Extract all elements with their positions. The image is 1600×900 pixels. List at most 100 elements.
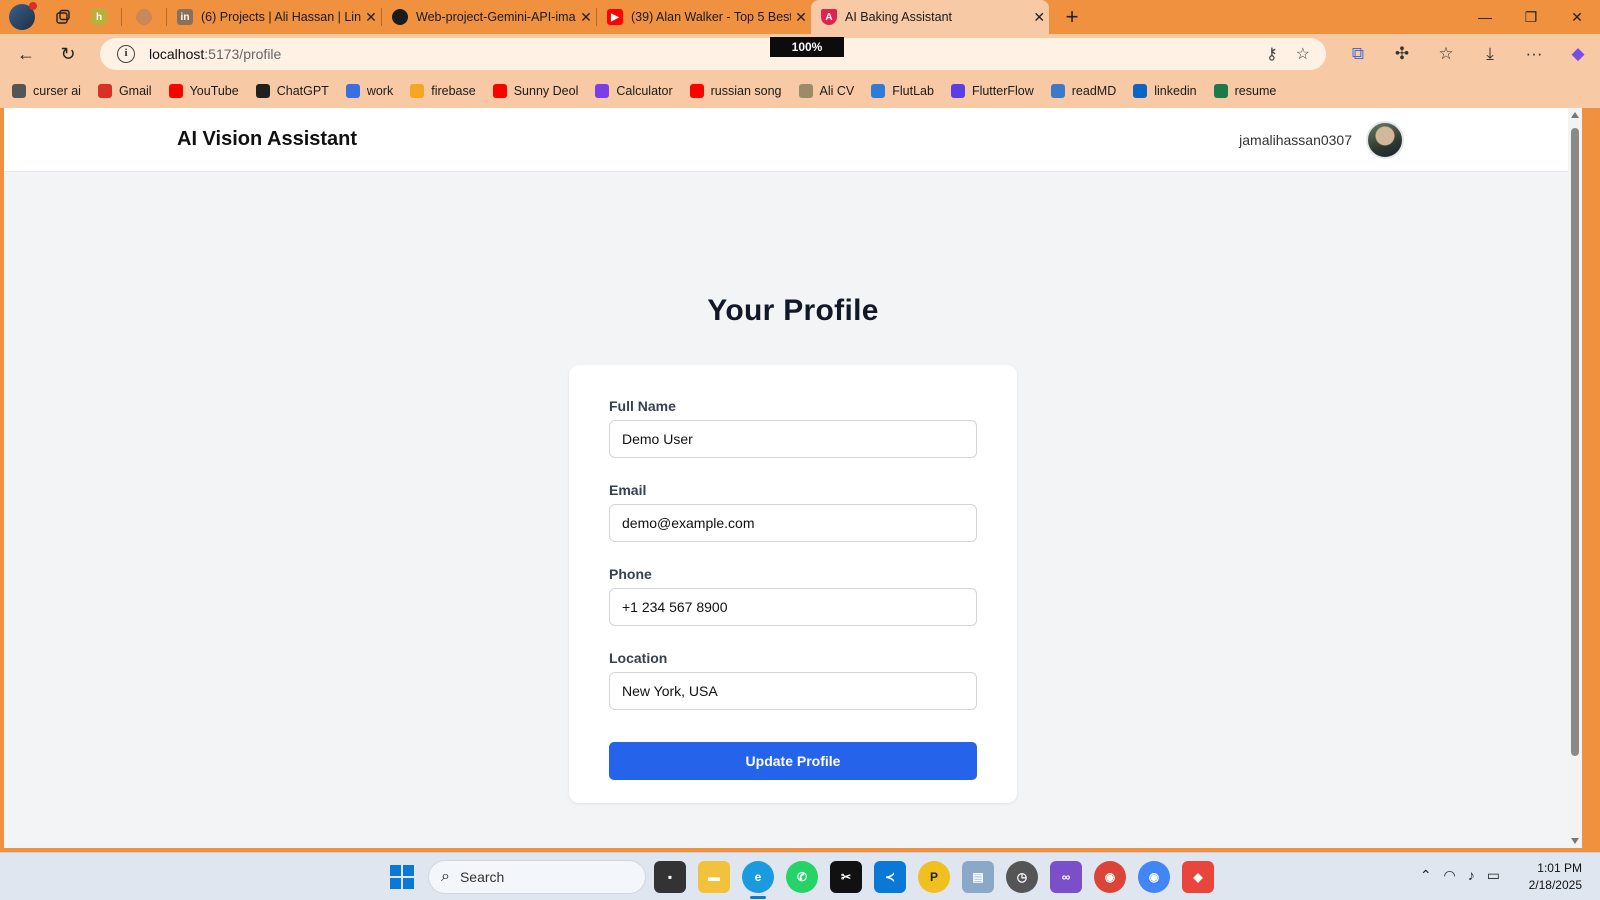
site-info-icon[interactable]: i <box>117 45 135 63</box>
minimize-icon[interactable]: — <box>1462 0 1508 34</box>
workspaces-icon[interactable] <box>49 3 77 31</box>
bookmark-item[interactable]: firebase <box>410 84 476 98</box>
bookmark-label: readMD <box>1071 84 1117 98</box>
phone-field[interactable] <box>609 588 977 626</box>
bookmark-label: firebase <box>431 84 476 98</box>
cursor-icon <box>12 84 26 98</box>
scroll-up-icon[interactable] <box>1571 112 1579 118</box>
avatar[interactable] <box>1366 121 1404 159</box>
wifi-icon[interactable]: ◠ <box>1444 867 1456 884</box>
close-window-icon[interactable]: ✕ <box>1554 0 1600 34</box>
extensions-icon[interactable]: ✣ <box>1380 44 1424 64</box>
tab-github[interactable]: Web-project-Gemini-API-image/ ✕ <box>382 0 596 34</box>
vscode-icon[interactable]: ≺ <box>874 861 906 893</box>
youtube-icon <box>492 84 507 98</box>
back-arrow-icon[interactable]: ← <box>8 38 44 70</box>
linkedin-icon: in <box>177 9 193 25</box>
tab-pinned-2[interactable] <box>122 0 166 34</box>
favorites-icon[interactable]: ☆ <box>1424 44 1468 64</box>
app-header: AI Vision Assistant jamalihassan0307 <box>4 108 1582 172</box>
bookmark-item[interactable]: YouTube <box>168 84 239 98</box>
bookmark-label: russian song <box>710 84 782 98</box>
scrollbar-thumb[interactable] <box>1571 128 1579 756</box>
chrome-icon[interactable]: ◉ <box>1138 861 1170 893</box>
resource-monitor-icon[interactable]: ▤ <box>962 861 994 893</box>
bookmark-item[interactable]: ChatGPT <box>255 84 329 98</box>
bookmark-item[interactable]: linkedin <box>1133 84 1197 98</box>
volume-icon[interactable]: ♪ <box>1468 867 1475 884</box>
anydesk-icon[interactable]: ◆ <box>1182 861 1214 893</box>
url-path: :5173/profile <box>204 46 282 62</box>
bookmarks-bar: curser ai Gmail YouTube ChatGPT work firebase… <box>0 74 1600 108</box>
chevron-up-icon[interactable]: ⌃ <box>1420 867 1432 884</box>
bookmark-item[interactable]: resume <box>1213 84 1277 98</box>
key-icon[interactable]: ⚷ <box>1266 44 1278 64</box>
page-title: Your Profile <box>707 294 879 327</box>
new-tab-button[interactable]: + <box>1057 2 1087 32</box>
bookmark-item[interactable]: Ali CV <box>798 84 854 98</box>
browser-profile-avatar[interactable] <box>9 2 37 30</box>
favorite-star-icon[interactable]: ☆ <box>1296 44 1310 64</box>
taskbar-search[interactable]: ⌕ Search <box>428 860 646 894</box>
downloads-icon[interactable]: ⤓ <box>1468 44 1512 64</box>
postman-icon[interactable]: P <box>918 861 950 893</box>
bookmark-label: YouTube <box>189 84 239 98</box>
close-icon[interactable]: ✕ <box>361 9 381 26</box>
close-icon[interactable]: ✕ <box>576 9 596 26</box>
tab-youtube[interactable]: ▶ (39) Alan Walker - Top 5 Best Son ✕ <box>597 0 811 34</box>
update-profile-button[interactable]: Update Profile <box>609 742 977 780</box>
close-icon[interactable]: ✕ <box>791 9 811 26</box>
bookmark-item[interactable]: work <box>345 84 393 98</box>
bookmark-label: resume <box>1234 84 1277 98</box>
address-bar[interactable]: i localhost:5173/profile ⚷ ☆ <box>100 38 1326 70</box>
bookmark-label: FlutLab <box>892 84 934 98</box>
chrome-canary-icon[interactable]: ◉ <box>1094 861 1126 893</box>
page-scrollbar[interactable] <box>1568 108 1582 848</box>
restore-icon[interactable]: ❐ <box>1508 0 1554 34</box>
location-field[interactable] <box>609 672 977 710</box>
clock-date: 2/18/2025 <box>1528 878 1582 892</box>
gmail-icon <box>97 84 112 98</box>
bookmark-item[interactable]: FlutterFlow <box>950 84 1034 98</box>
file-explorer-icon[interactable]: ▬ <box>698 861 730 893</box>
more-menu-icon[interactable]: ··· <box>1512 44 1556 64</box>
bookmark-label: Calculator <box>616 84 673 98</box>
close-icon[interactable]: ✕ <box>1029 9 1049 26</box>
taskbar: ⌕ Search ▪ ▬ e ✆ ✂ ≺ P ▤ ◷ ∞ ◉ ◉ ◆ ⌃ ◠ ♪… <box>0 852 1600 900</box>
email-field[interactable] <box>609 504 977 542</box>
doc-icon <box>345 84 360 98</box>
app-brand[interactable]: AI Vision Assistant <box>177 128 357 151</box>
bookmark-item[interactable]: Gmail <box>97 84 152 98</box>
flutlab-icon <box>871 84 886 98</box>
tab-linkedin[interactable]: in (6) Projects | Ali Hassan | LinkedIn … <box>167 0 381 34</box>
windows-start-icon[interactable] <box>390 865 414 889</box>
capcut-icon[interactable]: ✂ <box>830 861 862 893</box>
copilot-icon[interactable]: ◆ <box>1556 44 1600 64</box>
whatsapp-icon[interactable]: ✆ <box>786 861 818 893</box>
bookmark-item[interactable]: FlutLab <box>871 84 934 98</box>
bookmark-label: curser ai <box>33 84 81 98</box>
clock-app-icon[interactable]: ◷ <box>1006 861 1038 893</box>
visual-studio-icon[interactable]: ∞ <box>1050 861 1082 893</box>
full-name-field[interactable] <box>609 420 977 458</box>
system-clock[interactable]: 1:01 PM 2/18/2025 <box>1529 860 1582 894</box>
bookmark-item[interactable]: russian song <box>689 84 782 98</box>
user-menu[interactable]: jamalihassan0307 <box>1239 121 1404 159</box>
bookmark-item[interactable]: Calculator <box>595 84 673 98</box>
translate-icon[interactable]: ⧉ <box>1336 44 1380 64</box>
reload-icon[interactable]: ↻ <box>50 38 86 70</box>
bookmark-item[interactable]: readMD <box>1050 84 1117 98</box>
bookmark-item[interactable]: curser ai <box>12 84 81 98</box>
tab-title: AI Baking Assistant <box>845 10 953 24</box>
terminal-icon[interactable]: ▪ <box>654 861 686 893</box>
scroll-down-icon[interactable] <box>1571 838 1579 844</box>
bookmark-item[interactable]: Sunny Deol <box>492 84 578 98</box>
edge-browser-icon[interactable]: e <box>742 861 774 899</box>
battery-icon[interactable]: ▭ <box>1487 867 1500 884</box>
tab-pinned-1[interactable]: h <box>77 0 121 34</box>
resume-icon <box>1213 84 1228 98</box>
location-label: Location <box>609 650 668 666</box>
readmd-icon <box>1050 84 1065 98</box>
tab-ai-baking-assistant[interactable]: A AI Baking Assistant ✕ <box>811 0 1049 34</box>
address-url[interactable]: localhost:5173/profile <box>149 46 281 62</box>
